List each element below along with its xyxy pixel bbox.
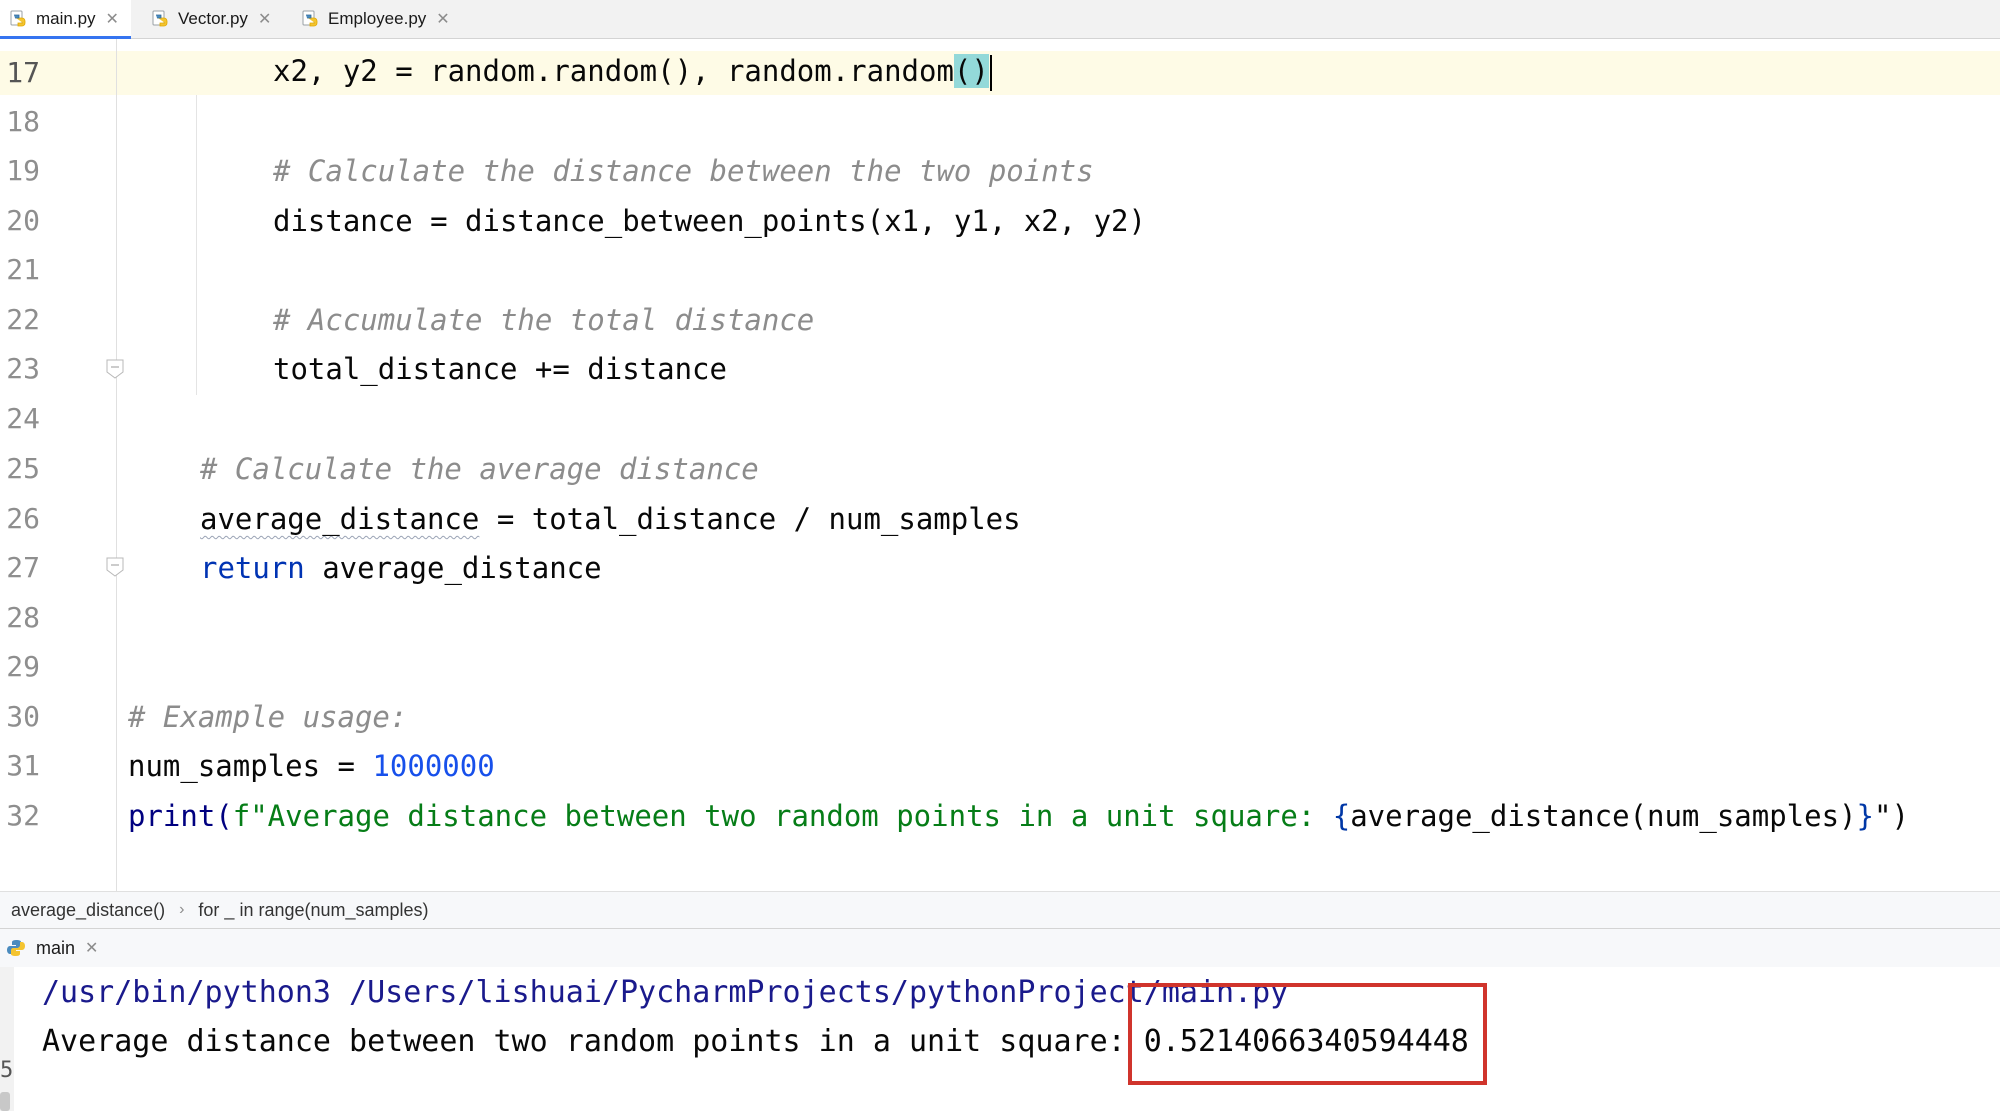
code-line-23[interactable]: total_distance += distance [273,344,727,394]
code-line-30[interactable]: # Example usage: [128,692,407,742]
code-line-19[interactable]: # Calculate the distance between the two… [273,146,1094,196]
line-number[interactable]: 24 [0,394,40,444]
tab-employee-py[interactable]: Employee.py ✕ [302,0,462,38]
line-number[interactable]: 23 [0,344,40,394]
code-line-32[interactable]: print(f"Average distance between two ran… [128,791,1909,841]
python-file-icon [152,10,170,28]
run-tab-main[interactable]: main ✕ [0,929,98,967]
string-literal: f"Average distance between two random po… [232,799,1333,833]
python-file-icon [302,10,320,28]
run-tool-header: main ✕ [0,928,2000,968]
breadcrumb: average_distance() › for _ in range(num_… [0,891,2000,928]
close-icon[interactable]: ✕ [258,9,271,29]
number-literal: 1000000 [372,749,495,783]
tab-label: Vector.py [178,9,248,28]
code-line-26[interactable]: average_distance = total_distance / num_… [200,494,1021,544]
console-scrollbar[interactable] [0,1092,10,1111]
text-caret [989,55,992,91]
breadcrumb-item[interactable]: for _ in range(num_samples) [198,900,428,921]
console-command-line[interactable]: /usr/bin/python3 /Users/lishuai/PycharmP… [42,968,1288,1018]
close-icon[interactable]: ✕ [85,938,98,958]
tab-main-py[interactable]: main.py ✕ [0,0,131,39]
code-line-31[interactable]: num_samples = 1000000 [128,741,495,791]
close-icon[interactable]: ✕ [106,9,119,29]
code-line-25[interactable]: # Calculate the average distance [200,444,759,494]
code-line-17[interactable]: x2, y2 = random.random(), random.random(… [273,46,992,96]
code-text: average_distance [304,551,602,585]
code-text: num_samples = [128,749,373,783]
warning-underline-text: average_distance [200,502,480,536]
builtin-call: print( [128,799,233,833]
line-number[interactable]: 20 [0,196,40,246]
result-highlight-box [1128,983,1487,1085]
line-number[interactable]: 28 [0,593,40,643]
console-gutter [0,967,14,1111]
editor-tab-bar: main.py ✕ Vector.py ✕ Employee.py ✕ [0,0,2000,39]
code-line-20[interactable]: distance = distance_between_points(x1, y… [273,196,1146,246]
fstring-brace: } [1856,799,1874,833]
fold-marker-icon[interactable] [106,359,124,379]
line-number[interactable]: 25 [0,444,40,494]
tab-vector-py[interactable]: Vector.py ✕ [148,0,283,38]
tab-label: main.py [36,9,96,28]
gutter-divider [116,39,117,891]
close-icon[interactable]: ✕ [436,9,449,29]
code-line-27[interactable]: return average_distance [200,543,602,593]
output-prefix: Average distance between two random poin… [42,1024,1144,1059]
line-number[interactable]: 26 [0,494,40,544]
code-line-22[interactable]: # Accumulate the total distance [273,295,814,345]
run-tab-label: main [36,937,76,958]
fold-marker-icon[interactable] [106,557,124,577]
breadcrumb-item[interactable]: average_distance() [11,900,165,921]
python-file-icon [10,10,28,28]
line-number[interactable]: 17 [0,48,40,98]
indent-guide [196,95,197,395]
line-number[interactable]: 18 [0,97,40,147]
line-number[interactable]: 19 [0,146,40,196]
line-number[interactable]: 22 [0,295,40,345]
tab-label: Employee.py [328,9,427,28]
python-icon [6,938,26,958]
matched-brace: () [953,54,989,88]
fstring-brace: { [1332,799,1351,833]
line-number[interactable]: 27 [0,543,40,593]
code-text: ") [1873,799,1909,833]
keyword: return [200,551,305,585]
line-number[interactable]: 29 [0,642,40,692]
line-number[interactable]: 32 [0,791,40,841]
line-number[interactable]: 21 [0,245,40,295]
code-text: x2, y2 = random.random(), random.random [273,54,954,88]
line-number[interactable]: 30 [0,692,40,742]
code-text: = total_distance / num_samples [479,502,1021,536]
chevron-right-icon: › [179,901,185,918]
line-number[interactable]: 31 [0,741,40,791]
console-gutter-char: 5 [0,1058,14,1083]
fstring-expression: average_distance(num_samples) [1350,799,1857,833]
